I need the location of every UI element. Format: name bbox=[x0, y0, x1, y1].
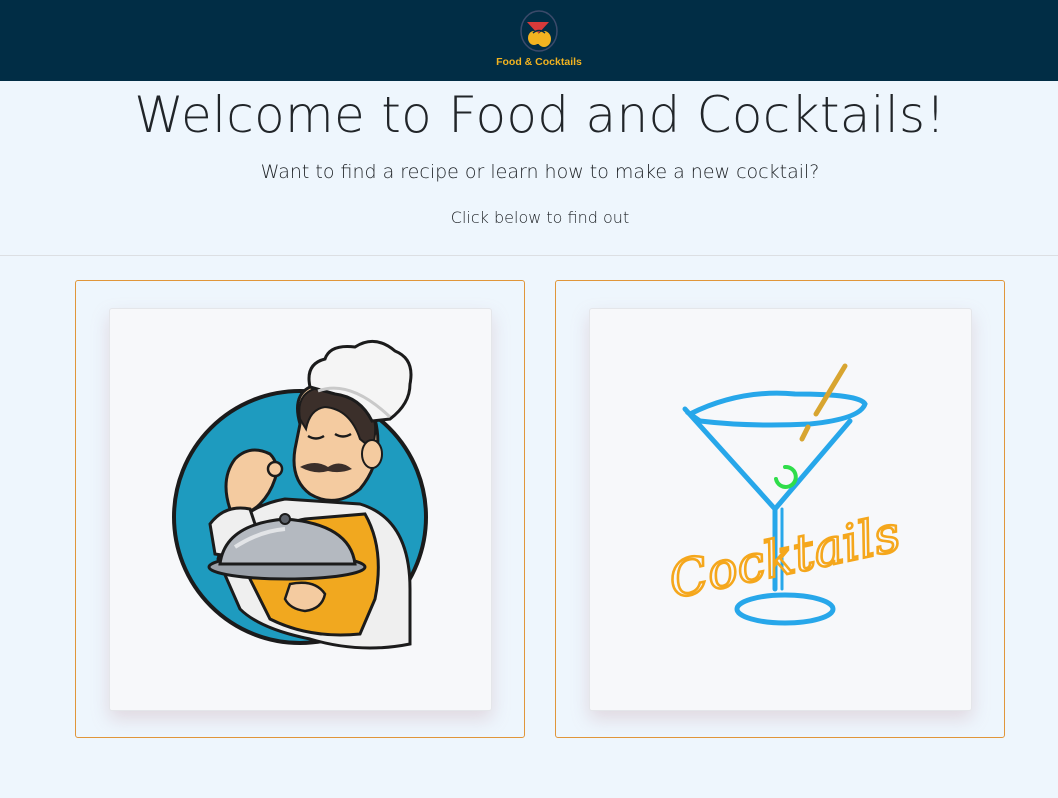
food-cocktails-logo-icon bbox=[520, 10, 558, 52]
neon-cocktail-glass-icon: Cocktails bbox=[663, 363, 906, 626]
brand-name: Food & Cocktails bbox=[496, 56, 582, 68]
food-card-link[interactable] bbox=[109, 308, 492, 711]
cocktails-card-frame: Cocktails bbox=[555, 280, 1005, 738]
hero-subtitle: Want to find a recipe or learn how to ma… bbox=[260, 161, 820, 183]
chef-holding-cloche-icon bbox=[172, 339, 428, 650]
hero-call-to-action: Click below to find out bbox=[450, 208, 630, 227]
brand-logo-link[interactable]: Food & Cocktails bbox=[479, 8, 599, 72]
cocktails-card-link[interactable]: Cocktails bbox=[589, 308, 972, 711]
navbar: Food & Cocktails bbox=[0, 0, 1058, 81]
page-title: Welcome to Food and Cocktails! bbox=[134, 86, 946, 144]
section-divider bbox=[0, 255, 1058, 256]
food-card-frame bbox=[75, 280, 525, 738]
